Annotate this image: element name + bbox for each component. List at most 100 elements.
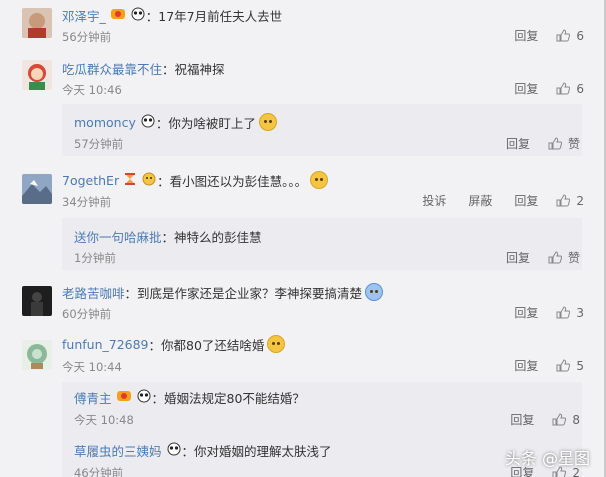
comment-item: 7ogethEr ：看小图还以为彭佳慧。。。 34分钟前 投诉 屏蔽 回复 2 … bbox=[0, 166, 600, 276]
comment-text: ：你都80了还结啥婚 bbox=[148, 337, 265, 353]
watermark: 头条 @星图 bbox=[504, 449, 590, 468]
reply-username[interactable]: momoncy bbox=[74, 115, 136, 130]
comment-actions: 投诉 屏蔽 回复 2 bbox=[400, 192, 584, 209]
report-button[interactable]: 投诉 bbox=[422, 192, 446, 209]
comment-actions: 回复 5 bbox=[492, 357, 584, 374]
comment-time: 今天 10:44 bbox=[62, 360, 122, 374]
comment-header: 7ogethEr ：看小图还以为彭佳慧。。。 bbox=[62, 171, 329, 189]
reply-time: 1分钟前 bbox=[74, 251, 116, 265]
thumb-up-icon bbox=[548, 251, 562, 264]
avatar-image bbox=[22, 286, 52, 316]
reply-header: 傅青主 ：婚姻法规定80不能结婚？ bbox=[74, 388, 305, 406]
hourglass-badge-icon bbox=[123, 172, 137, 189]
thumb-up-icon bbox=[556, 194, 571, 207]
avatar-image bbox=[22, 8, 52, 38]
thumb-up-icon bbox=[556, 306, 571, 319]
like-count: 3 bbox=[576, 305, 584, 320]
reply-username[interactable]: 草履虫的三姨妈 bbox=[74, 441, 162, 460]
like-button[interactable]: 5 bbox=[556, 359, 584, 373]
like-button[interactable]: 6 bbox=[556, 29, 584, 43]
avatar-image bbox=[22, 174, 52, 204]
comment-username[interactable]: funfun_72689 bbox=[62, 337, 149, 352]
comment-text: ：到底是作家还是企业家？李神探要搞清楚 bbox=[124, 285, 363, 301]
reply-button[interactable]: 回复 bbox=[514, 192, 538, 209]
like-count: 2 bbox=[576, 193, 584, 208]
comment-actions: 回复 6 bbox=[492, 27, 584, 44]
comment-username[interactable]: 老路苦咖啡 bbox=[62, 283, 125, 302]
reply-button[interactable]: 回复 bbox=[514, 304, 538, 321]
reply-button[interactable]: 回复 bbox=[506, 135, 530, 152]
reply-button[interactable]: 回复 bbox=[506, 249, 530, 266]
comment-header: 老路苦咖啡 ：到底是作家还是企业家？李神探要搞清楚 bbox=[62, 283, 384, 302]
comment-time: 56分钟前 bbox=[62, 30, 112, 44]
reply-button[interactable]: 回复 bbox=[514, 357, 538, 374]
reply-header: 送你一句哈麻批 ：神特么的彭佳慧 bbox=[74, 227, 262, 245]
comment-item: 邓泽宇_ ：17年7月前任夫人去世 56分钟前 回复 6 bbox=[0, 0, 600, 50]
reply-username[interactable]: 傅青主 bbox=[74, 388, 112, 407]
reply-item: momoncy ：你为啥被盯上了 57分钟前 回复 赞 bbox=[62, 104, 582, 156]
like-button[interactable]: 6 bbox=[556, 82, 584, 96]
avatar[interactable] bbox=[22, 8, 52, 38]
reply-time: 57分钟前 bbox=[74, 137, 124, 151]
avatar[interactable] bbox=[22, 174, 52, 204]
reply-actions: 回复 赞 bbox=[484, 249, 580, 266]
reply-header: momoncy ：你为啥被盯上了 bbox=[74, 113, 277, 131]
avatar[interactable] bbox=[22, 60, 52, 90]
like-count: 5 bbox=[576, 358, 584, 373]
bear-badge-icon bbox=[141, 172, 157, 189]
reply-item: 送你一句哈麻批 ：神特么的彭佳慧 1分钟前 回复 赞 bbox=[62, 218, 582, 270]
like-label: 赞 bbox=[567, 251, 580, 265]
like-button[interactable]: 赞 bbox=[548, 135, 580, 152]
thumb-up-icon bbox=[556, 359, 571, 372]
reply-button[interactable]: 回复 bbox=[514, 80, 538, 97]
reply-actions: 回复 8 bbox=[488, 411, 580, 428]
reply-button[interactable]: 回复 bbox=[514, 27, 538, 44]
reply-text: ：婚姻法规定80不能结婚？ bbox=[151, 390, 305, 406]
avatar[interactable] bbox=[22, 340, 52, 370]
emoji-icon bbox=[267, 335, 286, 353]
comment-header: 吃瓜群众最靠不住 ：祝福神探 bbox=[62, 59, 225, 77]
comment-actions: 回复 3 bbox=[492, 304, 584, 321]
comment-username[interactable]: 吃瓜群众最靠不住 bbox=[62, 59, 162, 78]
comment-list: 邓泽宇_ ：17年7月前任夫人去世 56分钟前 回复 6 吃瓜群众最靠不住 ：祝… bbox=[0, 0, 606, 477]
emoji-icon bbox=[258, 113, 277, 131]
comment-time: 今天 10:46 bbox=[62, 83, 122, 97]
like-button[interactable]: 3 bbox=[556, 306, 584, 320]
reply-username[interactable]: 送你一句哈麻批 bbox=[74, 227, 162, 246]
reply-text: ：神特么的彭佳慧 bbox=[161, 229, 262, 245]
thumb-up-icon bbox=[552, 413, 567, 426]
like-button[interactable]: 2 bbox=[556, 194, 584, 208]
thumb-up-icon bbox=[556, 29, 571, 42]
panda-badge-icon bbox=[140, 114, 156, 131]
panda-badge-icon bbox=[166, 442, 182, 459]
reply-time: 今天 10:48 bbox=[74, 413, 134, 427]
comment-text: ：祝福神探 bbox=[162, 61, 225, 77]
panda-badge-icon bbox=[136, 389, 152, 406]
comment-username[interactable]: 邓泽宇_ bbox=[62, 6, 106, 25]
comment-header: funfun_72689 ：你都80了还结啥婚 bbox=[62, 335, 286, 353]
like-label: 赞 bbox=[567, 137, 580, 151]
like-button[interactable]: 赞 bbox=[548, 249, 580, 266]
comment-time: 60分钟前 bbox=[62, 307, 112, 321]
reply-time: 46分钟前 bbox=[74, 466, 124, 477]
reply-header: 草履虫的三姨妈 ：你对婚姻的理解太肤浅了 bbox=[74, 441, 332, 459]
reply-button[interactable]: 回复 bbox=[510, 411, 534, 428]
block-button[interactable]: 屏蔽 bbox=[468, 192, 492, 209]
vip-badge-icon bbox=[110, 7, 126, 24]
reply-text: ：你为啥被盯上了 bbox=[155, 115, 256, 131]
emoji-icon bbox=[365, 283, 384, 301]
like-button[interactable]: 8 bbox=[552, 413, 580, 427]
comment-item: 吃瓜群众最靠不住 ：祝福神探 今天 10:46 回复 6 momoncy ：你为… bbox=[0, 52, 600, 164]
like-count: 6 bbox=[576, 81, 584, 96]
reply-text: ：你对婚姻的理解太肤浅了 bbox=[181, 443, 332, 459]
reply-actions: 回复 赞 bbox=[484, 135, 580, 152]
vip-badge-icon bbox=[116, 389, 132, 406]
like-count: 8 bbox=[572, 412, 580, 427]
thumb-up-icon bbox=[556, 82, 571, 95]
comment-text: ：17年7月前任夫人去世 bbox=[145, 8, 283, 24]
comment-time: 34分钟前 bbox=[62, 195, 112, 209]
avatar[interactable] bbox=[22, 286, 52, 316]
panda-badge-icon bbox=[130, 7, 146, 24]
avatar-image bbox=[22, 60, 52, 90]
comment-username[interactable]: 7ogethEr bbox=[62, 173, 119, 188]
